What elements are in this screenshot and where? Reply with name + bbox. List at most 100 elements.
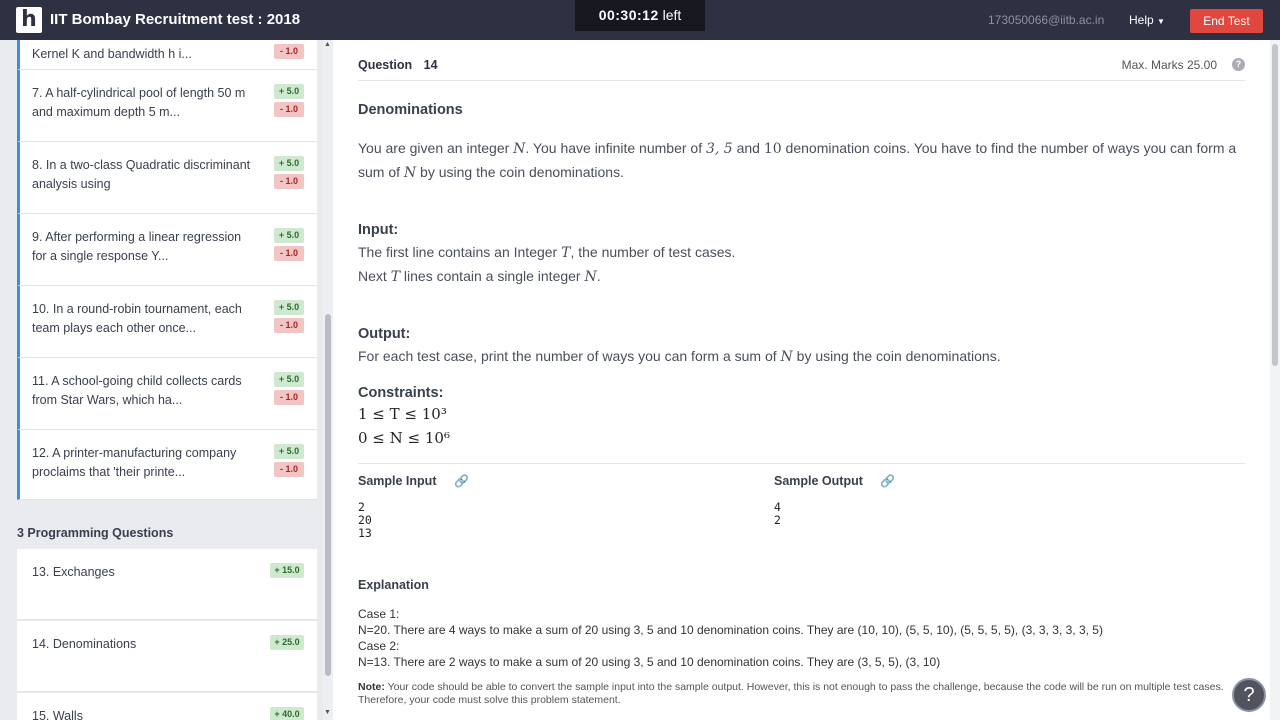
negative-marks-badge: - 1.0	[274, 44, 304, 59]
math-coins: 3, 5	[705, 141, 733, 157]
negative-marks-badge: - 1.0	[274, 318, 304, 333]
input-text: Next	[358, 268, 391, 284]
input-text: .	[596, 268, 601, 284]
question-item-text: 14. Denominations	[32, 637, 137, 651]
question-header: Question 14	[358, 58, 438, 72]
question-item-text: 12. A printer-manufacturing company proc…	[32, 446, 237, 479]
output-heading: Output:	[358, 326, 411, 342]
constraint-t: 1 ≤ T ≤ 10³	[358, 405, 447, 423]
sample-input-label: Sample Input	[358, 474, 437, 488]
main-scrollbar[interactable]	[1270, 40, 1280, 720]
case-1-heading: Case 1:	[358, 607, 400, 621]
constraint-n: 0 ≤ N ≤ 10⁶	[358, 429, 450, 447]
input-text: The first line contains an Integer	[358, 244, 562, 260]
input-text: , the number of test cases.	[570, 244, 736, 260]
divider	[358, 463, 1245, 464]
statement-text: You are given an integer	[358, 140, 514, 156]
sample-output-content: 4 2	[774, 500, 781, 527]
link-icon[interactable]: 🔗	[454, 474, 469, 488]
positive-marks-badge: + 5.0	[274, 228, 304, 243]
floating-help-icon[interactable]: ?	[1232, 678, 1266, 712]
output-description: For each test case, print the number of …	[358, 345, 1238, 369]
input-heading: Input:	[358, 222, 399, 238]
input-description: The first line contains an Integer T , th…	[358, 241, 1238, 289]
question-item-text: 9. After performing a linear regression …	[32, 230, 242, 263]
math-n: N	[403, 165, 417, 181]
question-item[interactable]: 9. After performing a linear regression …	[17, 214, 317, 286]
help-menu[interactable]: Help ▼	[1129, 13, 1165, 27]
question-item[interactable]: 12. A printer-manufacturing company proc…	[17, 430, 317, 500]
question-panel: Question 14 Max. Marks 25.00 ? Denominat…	[333, 40, 1280, 720]
sample-output-label: Sample Output	[774, 474, 863, 488]
question-item-text: 7. A half-cylindrical pool of length 50 …	[32, 86, 246, 119]
scroll-down-icon[interactable]: ▼	[324, 709, 331, 716]
timer-suffix: left	[662, 7, 682, 23]
sample-input-content: 2 20 13	[358, 500, 372, 540]
link-icon[interactable]: 🔗	[880, 474, 895, 488]
question-item-text: 13. Exchanges	[32, 565, 115, 579]
caret-down-icon: ▼	[1157, 17, 1165, 26]
problem-statement: You are given an integer N. You have inf…	[358, 137, 1238, 185]
question-item-text: 10. In a round-robin tournament, each te…	[32, 302, 242, 335]
help-label: Help	[1129, 13, 1154, 27]
statement-text: and	[732, 140, 764, 156]
hackerearth-logo: h	[16, 7, 42, 33]
test-title: IIT Bombay Recruitment test : 2018	[50, 11, 301, 28]
scroll-up-icon[interactable]: ▲	[324, 41, 331, 48]
case-1-text: N=20. There are 4 ways to make a sum of …	[358, 623, 1103, 637]
explanation-heading: Explanation	[358, 578, 429, 592]
question-item[interactable]: 7. A half-cylindrical pool of length 50 …	[17, 70, 317, 142]
programming-section-title: 3 Programming Questions	[17, 526, 174, 540]
question-item[interactable]: 11. A school-going child collects cards …	[17, 358, 317, 430]
math-coins: 10	[763, 141, 782, 157]
positive-marks-badge: + 5.0	[274, 300, 304, 315]
statement-text: by using the coin denominations.	[416, 164, 624, 180]
input-text: lines contain a single integer	[400, 268, 585, 284]
main-scroll-thumb[interactable]	[1272, 44, 1278, 366]
case-2-heading: Case 2:	[358, 639, 400, 653]
timer: 00:30:12 left	[575, 0, 705, 31]
question-title: Denominations	[358, 102, 463, 118]
input-line: Next T lines contain a single integer N.	[358, 265, 1238, 289]
note: Note: Your code should be able to conver…	[358, 681, 1233, 707]
question-item[interactable]: 13. Exchanges + 15.0	[17, 549, 317, 620]
positive-marks-badge: + 5.0	[274, 372, 304, 387]
positive-marks-badge: + 25.0	[270, 635, 304, 650]
question-item[interactable]: Kernel K and bandwidth h i... - 1.0	[17, 40, 317, 70]
question-help-icon[interactable]: ?	[1232, 58, 1245, 71]
user-email[interactable]: 173050066@iitb.ac.in	[988, 13, 1104, 27]
output-text: For each test case, print the number of …	[358, 348, 781, 364]
question-item-text: 8. In a two-class Quadratic discriminant…	[32, 158, 251, 191]
math-t: T	[390, 269, 401, 285]
positive-marks-badge: + 40.0	[270, 707, 304, 720]
question-item-text: Kernel K and bandwidth h i...	[32, 47, 192, 61]
math-n: N	[513, 141, 526, 157]
question-item-text: 15. Walls	[32, 709, 83, 720]
question-item[interactable]: 10. In a round-robin tournament, each te…	[17, 286, 317, 358]
question-item[interactable]: 15. Walls + 40.0	[17, 693, 317, 720]
question-item[interactable]: 8. In a two-class Quadratic discriminant…	[17, 142, 317, 214]
top-bar: h IIT Bombay Recruitment test : 2018 00:…	[0, 0, 1280, 40]
negative-marks-badge: - 1.0	[274, 102, 304, 117]
constraints-heading: Constraints:	[358, 385, 444, 401]
question-number: 14	[423, 58, 438, 72]
negative-marks-badge: - 1.0	[274, 246, 304, 261]
question-item-active[interactable]: 14. Denominations + 25.0	[17, 621, 317, 692]
math-n: N	[780, 349, 793, 365]
divider	[358, 80, 1245, 81]
positive-marks-badge: + 5.0	[274, 84, 304, 99]
end-test-button[interactable]: End Test	[1190, 9, 1263, 33]
sidebar-scroll-thumb[interactable]	[325, 314, 331, 676]
max-marks: Max. Marks 25.00	[1121, 58, 1217, 72]
negative-marks-badge: - 1.0	[274, 462, 304, 477]
math-n: N	[584, 269, 597, 285]
note-label: Note:	[358, 681, 385, 693]
positive-marks-badge: + 5.0	[274, 444, 304, 459]
output-text: by using the coin denominations.	[792, 348, 1001, 364]
case-2-text: N=13. There are 2 ways to make a sum of …	[358, 655, 941, 669]
timer-value: 00:30:12	[598, 7, 659, 23]
question-sidebar: Kernel K and bandwidth h i... - 1.0 7. A…	[0, 40, 333, 720]
positive-marks-badge: + 15.0	[270, 563, 304, 578]
question-label: Question	[358, 58, 413, 72]
sidebar-scrollbar[interactable]: ▲ ▼	[323, 40, 333, 720]
